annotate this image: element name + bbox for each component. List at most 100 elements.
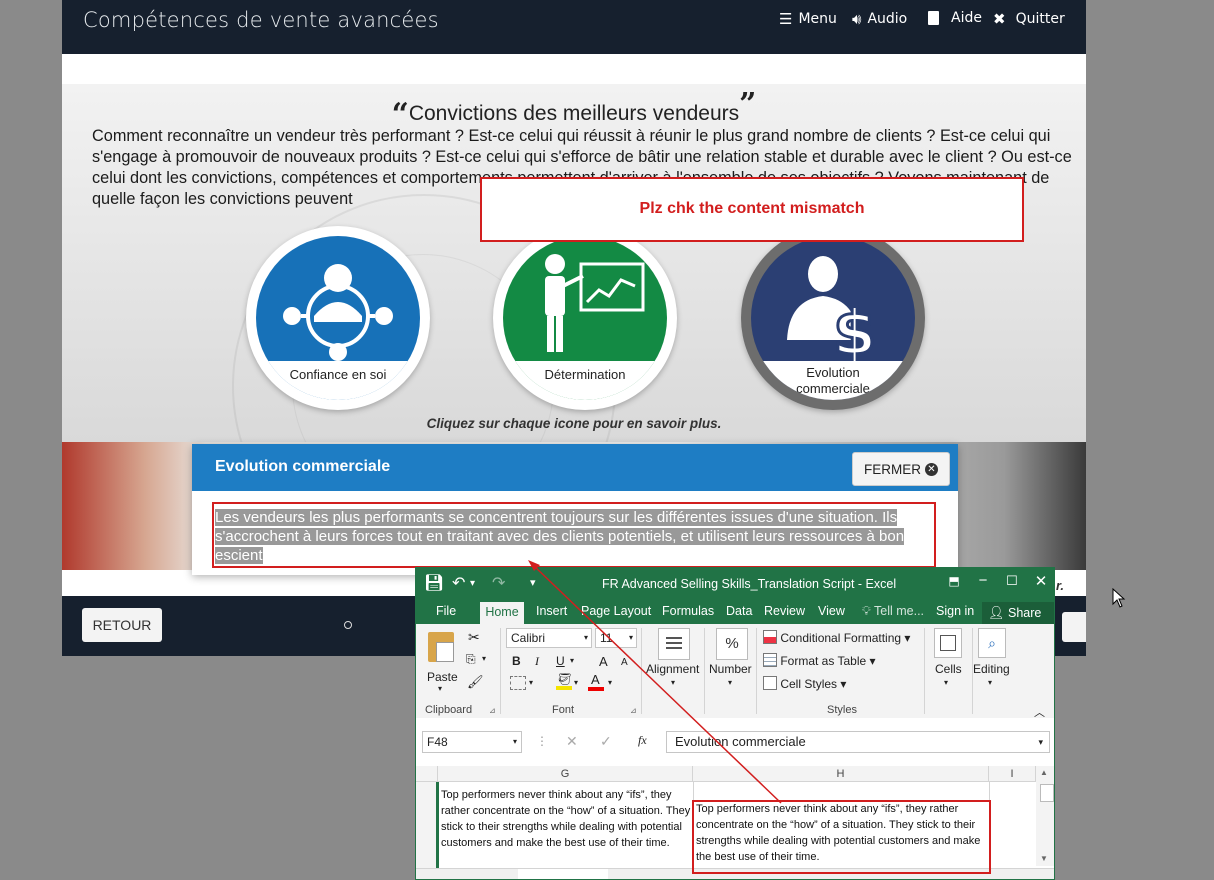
back-button[interactable]: RETOUR [82, 608, 162, 642]
cells-label[interactable]: Cells [935, 662, 962, 676]
cells-grid-icon [940, 635, 956, 651]
number-dropdown-icon[interactable]: ▾ [728, 678, 732, 687]
confirm-entry-icon[interactable]: ✓ [600, 733, 612, 750]
excel-window-title: FR Advanced Selling Skills_Translation S… [602, 577, 897, 591]
select-all-corner[interactable] [416, 766, 438, 782]
cell-styles-label: Cell Styles [780, 677, 838, 691]
column-header-g[interactable]: G [438, 766, 693, 782]
tell-me-search[interactable]: 💡︎ Tell me... [862, 604, 924, 619]
undo-dropdown-icon[interactable]: ▾ [470, 578, 475, 589]
customize-qat-icon[interactable]: ▾ [530, 576, 536, 589]
scroll-up-icon[interactable]: ▲ [1040, 768, 1048, 777]
ribbon-separator [500, 628, 501, 714]
copy-icon[interactable]: ⎘ [466, 652, 476, 667]
cells-icon[interactable] [934, 628, 962, 658]
borders-dropdown-icon[interactable]: ▾ [529, 678, 533, 687]
tab-insert[interactable]: Insert [536, 604, 567, 618]
alignment-dropdown-icon[interactable]: ▾ [671, 678, 675, 687]
share-button[interactable]: 👤︎ Share [982, 602, 1054, 624]
editing-label[interactable]: Editing [973, 662, 1010, 676]
styles-group-label: Styles [827, 704, 857, 716]
column-header-i[interactable]: I [989, 766, 1036, 782]
quit-button[interactable]: ✖ Quitter [993, 10, 1065, 28]
clipboard-group-label: Clipboard [425, 704, 473, 716]
paste-icon[interactable] [428, 632, 454, 662]
cut-icon[interactable]: ✂ [468, 629, 480, 646]
font-size-select[interactable]: 11 ▾ [595, 628, 637, 648]
sign-in-link[interactable]: Sign in [936, 604, 974, 618]
circle-label-determination: Détermination [503, 361, 667, 400]
close-popup-button[interactable]: FERMER ✕ [852, 452, 950, 486]
bold-button[interactable]: B [512, 654, 521, 668]
cell-g48[interactable]: Top performers never think about any “if… [441, 787, 691, 851]
undo-icon[interactable]: ↶ [452, 573, 465, 593]
cancel-entry-icon[interactable]: ✕ [566, 733, 578, 750]
paste-label[interactable]: Paste [427, 670, 458, 684]
conditional-formatting-button[interactable]: Conditional Formatting ▾ [763, 630, 910, 645]
underline-button[interactable]: U [556, 654, 565, 668]
name-box[interactable]: F48 ▾ [422, 731, 522, 753]
slide-content: “Convictions des meilleurs vendeurs” Com… [62, 84, 1086, 442]
copy-dropdown-icon[interactable]: ▾ [482, 654, 486, 663]
format-as-table-button[interactable]: Format as Table ▾ [763, 653, 876, 668]
scroll-down-icon[interactable]: ▼ [1040, 854, 1048, 863]
menu-button[interactable]: ☰ Menu [779, 10, 837, 28]
fill-dropdown-icon[interactable]: ▾ [574, 678, 578, 687]
tab-home[interactable]: Home [480, 602, 524, 624]
popup-title: Evolution commerciale [215, 458, 391, 475]
cells-dropdown-icon[interactable]: ▾ [944, 678, 948, 687]
grow-font-button[interactable]: A [599, 654, 608, 669]
shrink-font-button[interactable]: A [621, 657, 628, 668]
magnifier-icon[interactable]: ⌕ [978, 628, 1006, 658]
paste-dropdown-icon[interactable]: ▾ [438, 684, 442, 693]
editing-dropdown-icon[interactable]: ▾ [988, 678, 992, 687]
vertical-scrollbar[interactable]: ▲ ▼ [1036, 766, 1054, 866]
alignment-button[interactable] [658, 628, 690, 660]
borders-icon[interactable] [510, 676, 526, 690]
circle-determination[interactable]: Détermination [493, 226, 677, 410]
window-close-icon[interactable]: ✕ [1029, 572, 1053, 590]
font-size-value: 11 [600, 631, 613, 645]
circle-confiance-en-soi[interactable]: Confiance en soi [246, 226, 430, 410]
next-button-partial[interactable] [1062, 612, 1086, 642]
fill-color-icon[interactable] [556, 686, 572, 690]
menu-label: Menu [798, 11, 837, 27]
font-launcher-icon[interactable]: ⊿ [630, 706, 637, 715]
ribbon-separator [756, 628, 757, 714]
font-name-select[interactable]: Calibri ▾ [506, 628, 592, 648]
alignment-label[interactable]: Alignment [646, 662, 699, 676]
tab-page-layout[interactable]: Page Layout [581, 604, 651, 618]
tab-review[interactable]: Review [764, 604, 805, 618]
font-color-dropdown-icon[interactable]: ▾ [608, 678, 612, 687]
sheet-tab-active[interactable] [518, 869, 608, 879]
help-button[interactable]: Aide [928, 10, 982, 26]
audio-button[interactable]: 🔊︎ Audio [852, 10, 907, 28]
cell-styles-button[interactable]: Cell Styles ▾ [763, 676, 846, 691]
number-label[interactable]: Number [709, 662, 752, 676]
font-color-button[interactable]: A [591, 672, 600, 687]
ribbon-display-icon[interactable]: ⬒ [942, 574, 966, 588]
name-box-dropdown-icon: ▾ [512, 737, 517, 746]
formula-input[interactable]: Evolution commerciale ▾ [666, 731, 1050, 753]
tab-formulas[interactable]: Formulas [662, 604, 714, 618]
tab-view[interactable]: View [818, 604, 845, 618]
progress-dot[interactable] [344, 621, 352, 629]
insert-function-button[interactable]: fx [638, 733, 647, 748]
clipboard-launcher-icon[interactable]: ⊿ [489, 706, 496, 715]
redo-icon[interactable]: ↷ [492, 573, 505, 593]
minimize-icon[interactable]: − [971, 572, 995, 589]
tab-data[interactable]: Data [726, 604, 752, 618]
save-icon[interactable]: 💾︎ [424, 573, 444, 593]
player-top-bar: Compétences de vente avancées ☰ Menu 🔊︎ … [62, 0, 1086, 54]
maximize-icon[interactable]: ☐ [1000, 573, 1024, 589]
format-painter-icon[interactable]: 🖌︎ [467, 674, 484, 690]
slide-title: “Convictions des meilleurs vendeurs” [62, 87, 1086, 132]
underline-dropdown-icon[interactable]: ▾ [570, 656, 574, 665]
course-title: Compétences de vente avancées [83, 8, 439, 32]
scroll-thumb[interactable] [1040, 784, 1054, 802]
tab-file[interactable]: File [436, 604, 456, 618]
column-header-h[interactable]: H [693, 766, 989, 782]
italic-button[interactable]: I [535, 654, 539, 669]
number-format-button[interactable]: % [716, 628, 748, 660]
circle-evolution-commerciale[interactable]: $ Evolution commerciale [741, 226, 925, 410]
